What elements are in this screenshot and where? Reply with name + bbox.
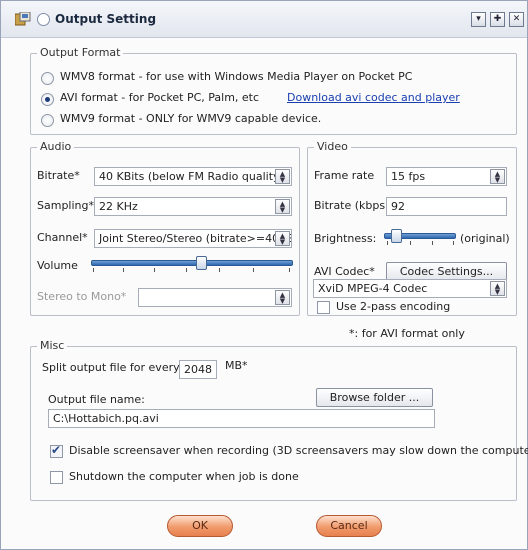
brightness-slider[interactable] [384,228,456,248]
slider-tick [219,268,220,272]
slider-tick [123,268,124,272]
wmv8-radio[interactable] [41,72,54,85]
maximize-button[interactable]: ✚ [490,12,505,27]
channel-label: Channel* [37,231,88,244]
select-arrows-icon: ▲ ▼ [275,169,290,184]
close-button[interactable]: ✕ [509,12,524,27]
browse-folder-button[interactable]: Browse folder ... [316,388,433,407]
output-name-label: Output file name: [48,393,145,406]
sampling-select[interactable]: 22 KHz ▲ ▼ [94,197,292,216]
avi-radio[interactable] [41,93,54,106]
channel-value: Joint Stereo/Stereo (bitrate>=40KBit [99,232,292,245]
output-path-input[interactable]: C:\Hottabich.pq.avi [48,409,435,428]
avi-codec-label: AVI Codec* [314,265,375,278]
output-format-group: Output Format WMV8 format - for use with… [30,46,517,135]
slider-tick [410,241,411,245]
two-pass-checkbox[interactable] [317,301,330,314]
sampling-value: 22 KHz [99,200,138,213]
split-unit: MB* [225,359,248,372]
title-bar: Output Setting ▾ ✚ ✕ [1,1,527,38]
stereo-to-mono-select[interactable]: ▲ ▼ [138,288,292,307]
wmv9-label: WMV9 format - ONLY for WMV9 capable devi… [60,112,322,125]
volume-thumb[interactable] [196,256,207,270]
slider-tick [387,241,388,245]
select-arrows-icon: ▲ ▼ [490,169,505,184]
disable-screensaver-checkbox[interactable] [50,443,63,458]
shutdown-checkbox[interactable] [50,471,63,484]
select-arrows-icon: ▲ ▼ [275,290,290,305]
output-format-legend: Output Format [37,46,124,59]
avi-codec-select[interactable]: XviD MPEG-4 Codec ▲ ▼ [313,279,507,298]
misc-legend: Misc [37,339,68,352]
audio-legend: Audio [37,140,75,153]
video-bitrate-input[interactable]: 92 [386,197,507,216]
brightness-note: (original) [460,232,510,245]
slider-tick [289,268,290,272]
video-legend: Video [314,140,351,153]
window-title: Output Setting [55,12,157,26]
frame-rate-label: Frame rate [314,169,375,182]
channel-select[interactable]: Joint Stereo/Stereo (bitrate>=40KBit ▲ ▼ [94,229,292,248]
frame-rate-select[interactable]: 15 fps ▲ ▼ [386,167,507,186]
video-group: Video Frame rate 15 fps ▲ ▼ Bitrate (kbps… [307,140,517,316]
title-radio-icon [37,13,50,26]
video-bitrate-label: Bitrate (kbps) [314,199,390,212]
misc-group: Misc Split output file for every 2048 MB… [30,339,528,501]
brightness-label: Brightness: [314,232,377,245]
download-codec-link[interactable]: Download avi codec and player [287,91,460,104]
avi-only-note: *: for AVI format only [349,327,465,340]
slider-tick [186,268,187,272]
audio-bitrate-value: 40 KBits (below FM Radio quality) [99,170,284,183]
stereo-to-mono-label: Stereo to Mono* [37,290,127,303]
slider-tick [453,241,454,245]
wmv8-label: WMV8 format - for use with Windows Media… [60,70,413,83]
avi-codec-value: XviD MPEG-4 Codec [318,282,428,295]
brightness-thumb[interactable] [391,229,402,243]
slider-tick [432,241,433,245]
split-label: Split output file for every [42,361,180,374]
split-size-input[interactable]: 2048 [179,360,217,379]
sampling-label: Sampling* [37,199,94,212]
audio-group: Audio Bitrate* 40 KBits (below FM Radio … [30,140,300,316]
audio-bitrate-label: Bitrate* [37,169,80,182]
shutdown-label: Shutdown the computer when job is done [69,470,299,483]
minimize-button[interactable]: ▾ [471,12,486,27]
two-pass-label: Use 2-pass encoding [336,300,451,313]
disable-screensaver-label: Disable screensaver when recording (3D s… [69,444,528,457]
select-arrows-icon: ▲ ▼ [275,199,290,214]
select-arrows-icon: ▲ ▼ [275,231,290,246]
volume-slider[interactable] [91,255,293,275]
volume-track [91,260,293,266]
app-icon [15,12,31,26]
volume-label: Volume [37,259,78,272]
slider-tick [93,268,94,272]
ok-button[interactable]: OK [167,515,233,537]
slider-tick [154,268,155,272]
wmv9-radio[interactable] [41,114,54,127]
slider-tick [253,268,254,272]
output-setting-window: Output Setting ▾ ✚ ✕ Output Format WMV8 … [0,0,528,550]
audio-bitrate-select[interactable]: 40 KBits (below FM Radio quality) ▲ ▼ [94,167,292,186]
avi-label: AVI format - for Pocket PC, Palm, etc [60,91,260,104]
frame-rate-value: 15 fps [391,170,426,183]
cancel-button[interactable]: Cancel [316,515,382,537]
select-arrows-icon: ▲ ▼ [490,281,505,296]
